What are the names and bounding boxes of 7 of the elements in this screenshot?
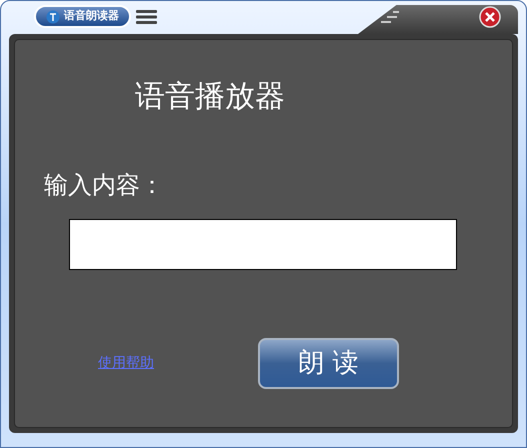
close-icon[interactable] [479, 6, 501, 28]
window-title: 语音朗读器 [64, 8, 119, 24]
heading: 语音播放器 [135, 78, 286, 116]
menu-icon[interactable] [136, 10, 157, 24]
input-field[interactable] [69, 219, 457, 270]
read-button[interactable]: 朗 读 [258, 338, 399, 389]
input-label: 输入内容： [44, 170, 165, 201]
